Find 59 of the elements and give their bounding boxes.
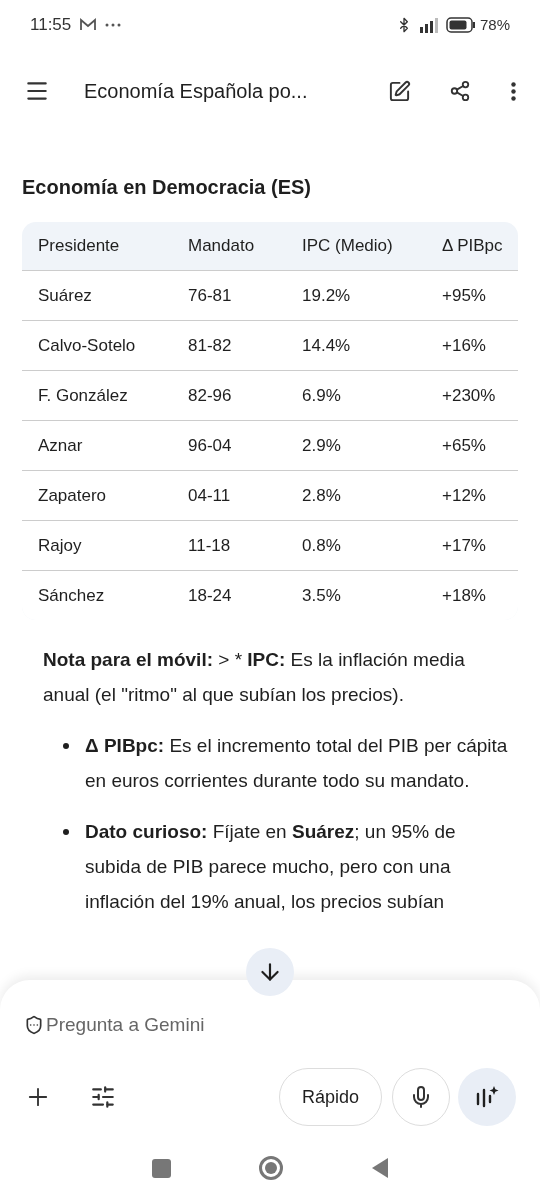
status-time: 11:55 bbox=[30, 14, 72, 37]
battery-percent: 78% bbox=[479, 14, 510, 35]
table-cell-text: 3.5% bbox=[302, 584, 342, 607]
table-cell-text: 14.4% bbox=[302, 334, 352, 357]
sliders-icon bbox=[90, 1084, 116, 1110]
table-cell-text: 19.2% bbox=[302, 284, 352, 307]
more-icon bbox=[511, 81, 516, 101]
table-cell-text: +95% bbox=[442, 284, 487, 307]
table-cell-text: Zapatero bbox=[38, 484, 108, 507]
section-heading: Economía en Democracia (ES) bbox=[22, 175, 312, 200]
prompt-field[interactable]: Pregunta a Gemini bbox=[46, 1010, 516, 1040]
bullet-text: Dato curioso: Fíjate en Suárez; un 95% de subida de PIB parece mucho, pero con una inflación del 19% anual, los precios subían bbox=[85, 820, 457, 914]
table-cell-text: 81-82 bbox=[188, 334, 233, 357]
table-cell-text: +18% bbox=[442, 584, 487, 607]
table-cell-text: Rajoy bbox=[38, 534, 83, 557]
table-cell-text: +230% bbox=[442, 384, 497, 407]
edit-button[interactable] bbox=[388, 79, 411, 103]
tools-button[interactable] bbox=[90, 1084, 116, 1110]
table-cell-text: 6.9% bbox=[302, 384, 342, 407]
table-cell-text: 76-81 bbox=[188, 284, 233, 307]
table-cell-text: 96-04 bbox=[188, 434, 233, 457]
bullet-text: Δ PIBpc: Es el incremento total del PIB per cápita en euros corrientes durante todo su mandato. bbox=[85, 734, 509, 793]
more-button[interactable] bbox=[511, 81, 516, 101]
table-cell-text: 2.8% bbox=[302, 484, 342, 507]
shield-icon bbox=[24, 1015, 44, 1035]
bullet-icon bbox=[63, 743, 69, 749]
note-paragraph: Nota para el móvil: > * IPC: Es la inflación media anual (el "ritmo" al que subían los precios). bbox=[43, 648, 466, 707]
table-cell-text: +17% bbox=[442, 534, 487, 557]
sparkle-bars-icon bbox=[474, 1084, 500, 1110]
column-header: Presidente bbox=[38, 235, 121, 258]
table-cell-text: 2.9% bbox=[302, 434, 342, 457]
table-cell-text: +16% bbox=[442, 334, 487, 357]
table-cell-text: 0.8% bbox=[302, 534, 342, 557]
column-header: Mandato bbox=[188, 235, 256, 258]
share-icon bbox=[449, 80, 471, 102]
chat-title: Economía Española po... bbox=[84, 79, 309, 104]
table-cell-text: 11-18 bbox=[188, 534, 232, 557]
table-cell-text: Calvo-Sotelo bbox=[38, 334, 137, 357]
column-header: Δ PIBpc bbox=[442, 235, 503, 258]
share-button[interactable] bbox=[449, 80, 471, 102]
back-button[interactable] bbox=[370, 1157, 389, 1179]
table-cell-text: Aznar bbox=[38, 434, 84, 457]
table-cell-text: Sánchez bbox=[38, 584, 106, 607]
column-header: IPC (Medio) bbox=[302, 235, 394, 258]
bullet-icon bbox=[63, 829, 69, 835]
recents-button[interactable] bbox=[151, 1158, 171, 1178]
table-cell-text: 18-24 bbox=[188, 584, 233, 607]
mail-icon bbox=[79, 18, 98, 32]
battery-icon bbox=[445, 17, 476, 33]
table-cell-text: +12% bbox=[442, 484, 487, 507]
table-cell-text: +65% bbox=[442, 434, 487, 457]
table-cell-text: F. González bbox=[38, 384, 129, 407]
home-button[interactable] bbox=[258, 1156, 283, 1180]
scroll-down-button[interactable] bbox=[246, 948, 294, 996]
table-cell-text: 04-11 bbox=[188, 484, 232, 507]
more-notifications-icon bbox=[105, 23, 122, 27]
table-cell-text: 82-96 bbox=[188, 384, 233, 407]
table-cell-text: Suárez bbox=[38, 284, 93, 307]
pencil-square-icon bbox=[388, 79, 411, 103]
